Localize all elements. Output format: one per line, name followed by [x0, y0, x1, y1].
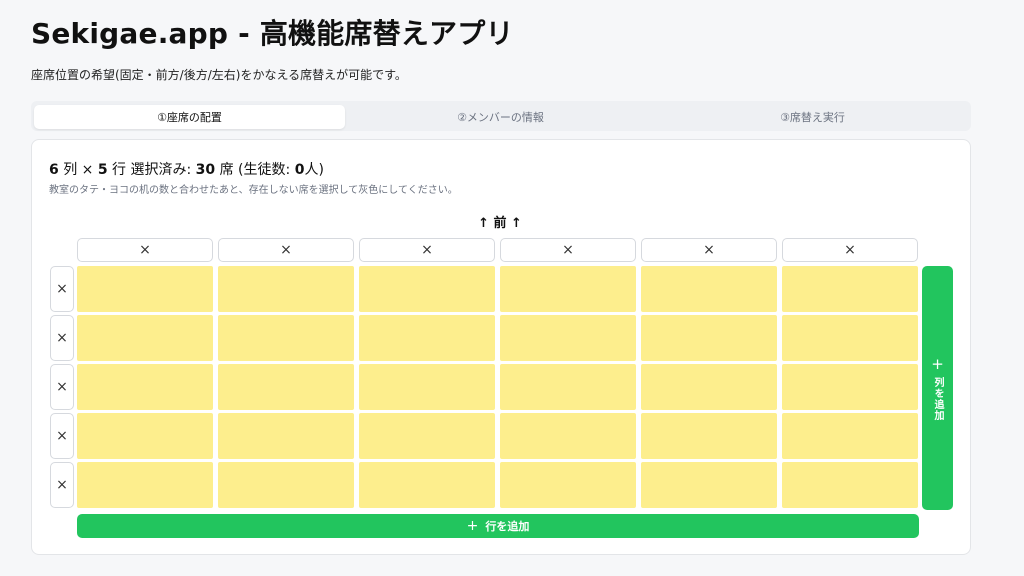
seat-cell[interactable]	[77, 462, 213, 508]
seat-cell[interactable]	[77, 413, 213, 459]
front-indicator: ↑ 前 ↑	[478, 216, 522, 231]
delete-column-button[interactable]: ×	[500, 238, 636, 262]
seat-cell[interactable]	[500, 462, 636, 508]
close-icon: ×	[280, 242, 292, 258]
delete-row-button[interactable]: ×	[50, 462, 74, 508]
col-count: 6	[49, 162, 59, 178]
plus-icon: +	[931, 355, 944, 373]
seat-cell[interactable]	[218, 315, 354, 361]
add-row-label: 行を追加	[485, 520, 530, 533]
seat-cell[interactable]	[218, 266, 354, 312]
delete-column-button[interactable]: ×	[218, 238, 354, 262]
app-title: Sekigae.app - 高機能席替えアプリ	[31, 17, 514, 50]
add-row-button[interactable]: + 行を追加	[77, 514, 919, 538]
seat-cell[interactable]	[77, 364, 213, 410]
seat-cell[interactable]	[500, 364, 636, 410]
close-icon: ×	[56, 379, 68, 395]
seat-cell[interactable]	[77, 266, 213, 312]
close-icon: ×	[56, 281, 68, 297]
layout-hint: 教室のタテ・ヨコの机の数と合わせたあと、存在しない席を選択して灰色にしてください…	[49, 185, 458, 196]
seat-cell[interactable]	[782, 413, 918, 459]
seat-cell[interactable]	[500, 413, 636, 459]
delete-column-button[interactable]: ×	[641, 238, 777, 262]
delete-column-button[interactable]: ×	[77, 238, 213, 262]
seat-cell[interactable]	[218, 364, 354, 410]
seat-cell[interactable]	[641, 266, 777, 312]
seat-cell[interactable]	[782, 462, 918, 508]
delete-row-button[interactable]: ×	[50, 266, 74, 312]
close-icon: ×	[56, 477, 68, 493]
seat-cell[interactable]	[782, 266, 918, 312]
delete-column-button[interactable]: ×	[359, 238, 495, 262]
tab-seat-layout[interactable]: ①座席の配置	[34, 105, 345, 129]
seat-cell[interactable]	[641, 315, 777, 361]
seat-cell[interactable]	[218, 413, 354, 459]
seat-cell[interactable]	[500, 266, 636, 312]
add-column-button[interactable]: + 列を追加	[922, 266, 953, 510]
selected-count-unit: 席 (生徒数:	[219, 162, 291, 178]
close-icon: ×	[703, 242, 715, 258]
student-count-unit: 人)	[304, 162, 324, 178]
plus-icon: +	[466, 518, 479, 534]
row-count: 5	[97, 162, 108, 178]
row-count-unit: 行 選択済み:	[112, 162, 192, 178]
seat-cell[interactable]	[359, 315, 495, 361]
seat-summary: 6 列 × 5 行 選択済み: 30 席 (生徒数: 0人)	[49, 159, 324, 179]
seat-cell[interactable]	[359, 266, 495, 312]
tab-run-shuffle[interactable]: ③席替え実行	[657, 105, 968, 129]
step-tabs: ①座席の配置 ②メンバーの情報 ③席替え実行	[31, 101, 971, 131]
seat-cell[interactable]	[782, 315, 918, 361]
student-count: 0	[294, 162, 305, 178]
close-icon: ×	[844, 242, 856, 258]
delete-row-button[interactable]: ×	[50, 364, 74, 410]
delete-row-button[interactable]: ×	[50, 413, 74, 459]
seat-cell[interactable]	[218, 462, 354, 508]
close-icon: ×	[56, 428, 68, 444]
selected-count: 30	[195, 162, 216, 178]
seat-cell[interactable]	[500, 315, 636, 361]
add-column-label: 列を追加	[932, 377, 943, 421]
close-icon: ×	[421, 242, 433, 258]
app-subtitle: 座席位置の希望(固定・前方/後方/左右)をかなえる席替えが可能です。	[31, 68, 407, 82]
seat-cell[interactable]	[359, 462, 495, 508]
seat-cell[interactable]	[359, 413, 495, 459]
seat-cell[interactable]	[641, 364, 777, 410]
seat-cell[interactable]	[77, 315, 213, 361]
tab-member-info[interactable]: ②メンバーの情報	[345, 105, 656, 129]
close-icon: ×	[562, 242, 574, 258]
seat-cell[interactable]	[641, 462, 777, 508]
delete-row-button[interactable]: ×	[50, 315, 74, 361]
seat-cell[interactable]	[359, 364, 495, 410]
seat-cell[interactable]	[782, 364, 918, 410]
col-count-unit: 列 ×	[63, 162, 94, 178]
seat-cell[interactable]	[641, 413, 777, 459]
delete-column-button[interactable]: ×	[782, 238, 918, 262]
close-icon: ×	[139, 242, 151, 258]
close-icon: ×	[56, 330, 68, 346]
